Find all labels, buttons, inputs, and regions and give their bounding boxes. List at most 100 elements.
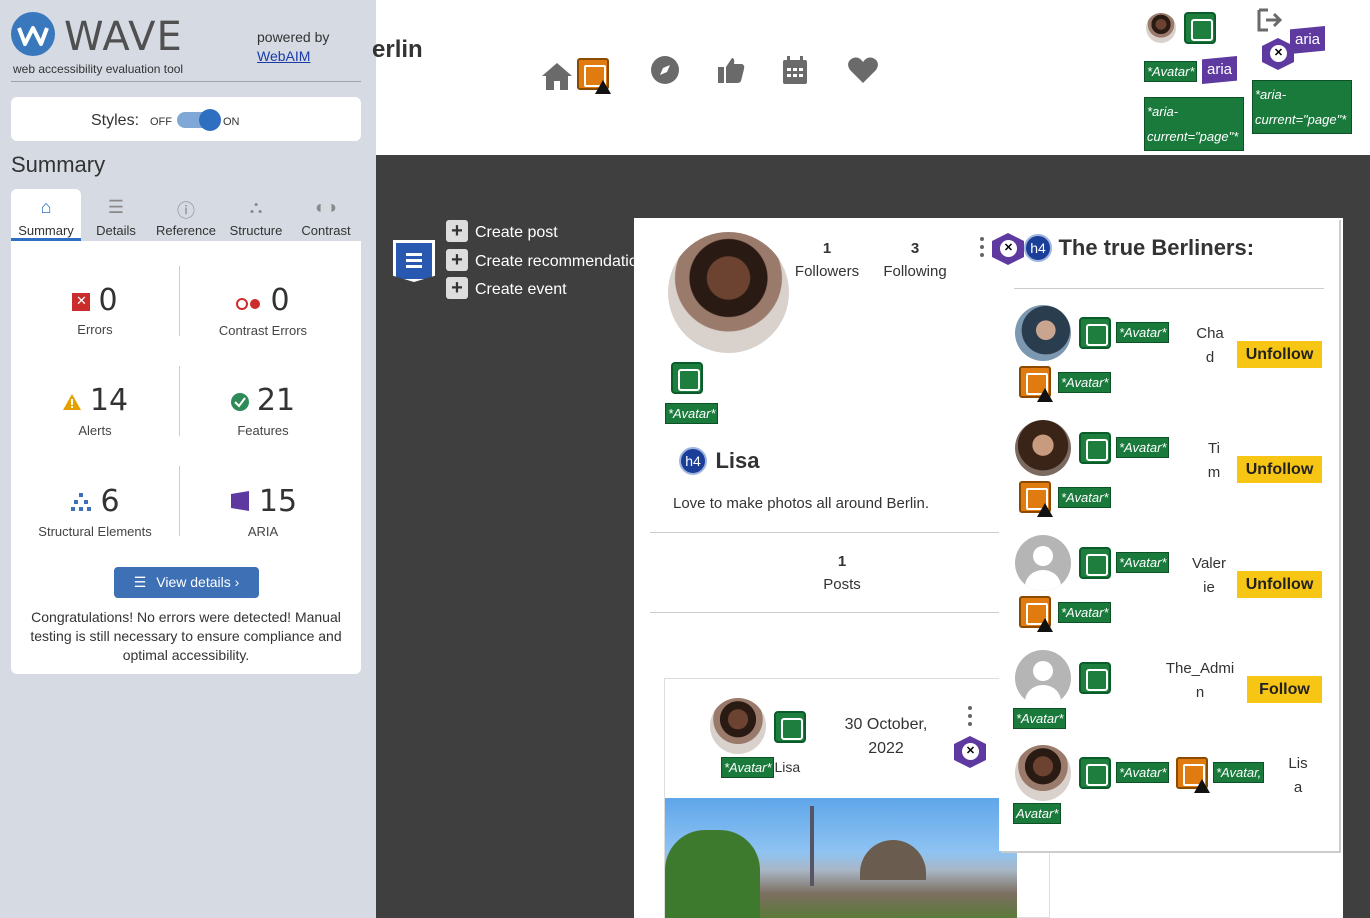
create-event-label: Create event	[475, 281, 567, 298]
linked-image-icon	[1184, 12, 1216, 44]
features-label: Features	[237, 423, 289, 438]
styles-toggle[interactable]	[177, 109, 221, 131]
unfollow-button[interactable]: Unfollow	[1237, 456, 1322, 483]
summary-panel: ✕ 0 Errors 0 Contrast Errors 14 Alerts 21…	[11, 241, 361, 674]
avatar-label-tag: *Avatar*	[721, 757, 775, 778]
tab-details[interactable]: ☰ Details	[81, 189, 151, 241]
create-event-button[interactable]: + Create event	[446, 277, 636, 299]
list-icon: ☰	[107, 197, 125, 217]
linked-image-icon	[1079, 317, 1111, 349]
linked-image-icon	[1079, 662, 1111, 694]
image-alert-icon	[1019, 596, 1053, 633]
follow-button[interactable]: Follow	[1247, 676, 1322, 703]
contrast-icon: ◐◑	[315, 197, 337, 217]
avatar-label-tag: *Avatar*	[1116, 437, 1170, 458]
create-post-button[interactable]: + Create post	[446, 220, 636, 242]
profile-name-heading: h4 Lisa	[679, 447, 759, 475]
powered-by: powered by WebAIM	[257, 28, 329, 66]
followers-label: Followers	[794, 263, 860, 280]
image-alert-icon	[1176, 757, 1210, 794]
feature-check-icon	[230, 384, 249, 419]
person-avatar[interactable]	[1015, 745, 1071, 801]
error-icon: ✕	[72, 292, 91, 311]
tab-summary[interactable]: ⌂ Summary	[11, 189, 81, 241]
user-avatar[interactable]	[1146, 13, 1176, 43]
list-icon: ☰	[133, 574, 147, 590]
structural-label: Structural Elements	[38, 524, 152, 539]
stat-errors: ✕ 0 Errors	[11, 283, 179, 337]
followers-count[interactable]: 1 Followers	[790, 240, 864, 280]
following-count[interactable]: 3 Following	[878, 240, 952, 280]
home-icon[interactable]	[540, 60, 572, 92]
tab-structure-label: Structure	[229, 223, 283, 238]
post-author[interactable]: *Avatar* Lisa	[721, 757, 800, 778]
create-post-label: Create post	[475, 224, 558, 241]
person-avatar[interactable]	[1015, 420, 1071, 476]
tab-summary-label: Summary	[18, 223, 74, 238]
summary-heading: Summary	[11, 152, 106, 177]
person-name[interactable]: The_Admin	[1162, 657, 1238, 705]
thumbs-up-icon[interactable]	[716, 55, 748, 87]
tab-reference[interactable]: ⓘ Reference	[151, 189, 221, 241]
person-name[interactable]: Chad	[1196, 322, 1224, 370]
avatar-label-tag: *Avatar*	[1144, 61, 1198, 82]
h4-badge: h4	[1024, 234, 1052, 262]
hierarchy-icon: ⛬	[249, 197, 263, 217]
image-alert-icon	[1019, 481, 1053, 518]
webaim-link[interactable]: WebAIM	[257, 48, 310, 64]
compass-icon[interactable]	[650, 55, 682, 87]
calendar-icon[interactable]	[781, 55, 813, 87]
wave-logo-icon	[11, 12, 55, 56]
profile-bio: Love to make photos all around Berlin.	[673, 495, 929, 512]
followers-number: 1	[822, 240, 832, 257]
plus-icon: +	[446, 220, 468, 242]
contrast-errors-label: Contrast Errors	[218, 323, 308, 338]
post-date: 30 October, 2022	[844, 716, 928, 757]
person-avatar[interactable]	[1015, 535, 1071, 591]
tab-contrast-label: Contrast	[301, 223, 351, 238]
unfollow-button[interactable]: Unfollow	[1237, 341, 1322, 368]
powered-by-text: powered by	[257, 29, 330, 45]
stat-structural: 6 Structural Elements	[11, 484, 179, 539]
post-menu-icon[interactable]	[968, 706, 972, 710]
panel-menu-icon[interactable]	[980, 237, 984, 241]
styles-off-label: OFF	[150, 116, 172, 128]
post-author-avatar	[710, 698, 766, 754]
avatar-label-tag: *Avatar*	[1058, 487, 1112, 508]
structure-icon	[70, 485, 92, 520]
logout-icon[interactable]	[1256, 8, 1284, 37]
site-brand[interactable]: erlin	[372, 36, 423, 64]
tab-contrast[interactable]: ◐◑ Contrast	[291, 189, 361, 241]
person-name[interactable]: Tim	[1202, 437, 1226, 485]
site-header: erlin *Avatar* aria *aria-current="page"…	[372, 0, 1370, 155]
avatar-label-tag: *Avatar*	[1116, 762, 1170, 783]
styles-label: Styles:	[91, 112, 140, 129]
errors-count: 0	[98, 283, 118, 318]
profile-avatar	[668, 232, 789, 353]
avatar-label-tag: *Avatar*	[665, 403, 719, 424]
home-icon: ⌂	[40, 197, 52, 217]
person-avatar[interactable]	[1015, 650, 1071, 706]
following-label: Following	[883, 263, 947, 280]
person-avatar[interactable]	[1015, 305, 1071, 361]
contrast-error-icon	[236, 284, 262, 319]
create-recommendation-button[interactable]: + Create recommendation	[446, 249, 636, 271]
view-details-button[interactable]: ☰ View details ›	[114, 567, 259, 598]
posts-count: 1 Posts	[800, 553, 884, 593]
unfollow-button[interactable]: Unfollow	[1237, 571, 1322, 598]
posts-label: Posts	[823, 576, 861, 593]
linked-image-icon	[1079, 547, 1111, 579]
linked-image-icon	[1079, 757, 1111, 789]
person-name[interactable]: Lisa	[1288, 752, 1308, 800]
person-name[interactable]: Valerie	[1191, 552, 1227, 600]
document-structure-icon	[393, 240, 435, 282]
styles-on-label: ON	[223, 116, 240, 128]
heart-icon[interactable]	[847, 56, 879, 88]
tab-structure[interactable]: ⛬ Structure	[221, 189, 291, 241]
toggle-knob[interactable]	[199, 109, 221, 131]
following-title: The true Berliners:	[1058, 235, 1255, 260]
aria-hidden-xbadge	[992, 233, 1024, 270]
image-link-alert-icon	[577, 58, 611, 95]
stat-contrast-errors: 0 Contrast Errors	[179, 283, 347, 338]
contrast-errors-count: 0	[270, 283, 290, 318]
